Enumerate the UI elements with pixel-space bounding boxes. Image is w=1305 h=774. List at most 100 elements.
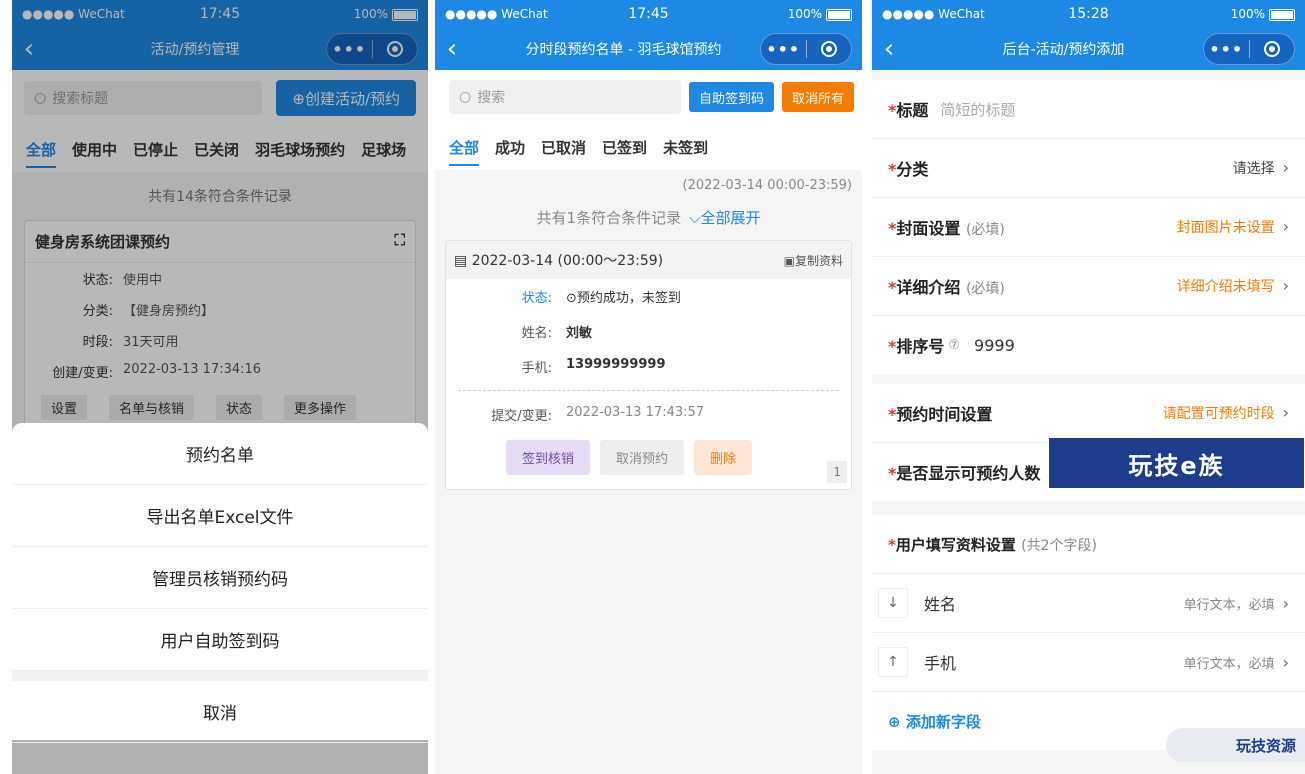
expand-all-label: 全部展开 — [700, 209, 761, 227]
card-date: 2022-03-14 (00:00～23:59) — [471, 253, 664, 269]
time-label: 预约时间设置 — [896, 405, 993, 424]
sort-label: 排序号 — [896, 337, 945, 356]
time-setting-field[interactable]: *预约时间设置 请配置可预约时段 › — [872, 384, 1305, 443]
tab-success[interactable]: 成功 — [495, 137, 525, 158]
sort-field[interactable]: *排序号 ⑦ 9999 — [872, 316, 1305, 374]
more-icon[interactable]: ••• — [1204, 40, 1249, 59]
move-up-icon[interactable]: ↑ — [878, 647, 908, 677]
battery-indicator: 100% — [788, 7, 852, 21]
status-tabs: 全部 成功 已取消 已签到 未签到 — [435, 124, 862, 170]
detail-label: 详细介绍 — [896, 278, 961, 297]
watermark-banner: 玩技e族 — [1049, 438, 1304, 488]
user-field-row[interactable]: ↑ 手机 单行文本，必填 › — [872, 633, 1305, 692]
field-label: *分类 — [888, 156, 928, 180]
record-count-row: 共有1条符合条件记录 ⌵全部展开 — [435, 201, 862, 240]
title-field[interactable]: *标题 简短的标题 — [872, 80, 1305, 139]
add-field-label-row: ⊕ 添加新字段 — [888, 711, 981, 732]
status-bar: ●●●●● WeChat 15:28 100% — [872, 0, 1305, 28]
date-range: (2022-03-14 00:00-23:59) — [682, 178, 852, 193]
submit-value: 2022-03-13 17:43:57 — [566, 405, 705, 420]
chevron-right-icon: › — [1282, 593, 1289, 613]
card-row: 姓名: 刘敏 — [446, 314, 851, 349]
tab-cancelled[interactable]: 已取消 — [541, 137, 586, 158]
carrier: ●●●●● WeChat — [445, 7, 548, 21]
miniprogram-capsule: ••• — [760, 33, 852, 65]
field-name: 姓名 — [924, 595, 957, 614]
cover-field[interactable]: *封面设置 (必填) 封面图片未设置 › — [872, 198, 1305, 257]
record-count: 共有1条符合条件记录 — [536, 209, 682, 227]
chevron-down-icon: ⌵ — [689, 209, 701, 227]
card-date-row: ▤ 2022-03-14 (00:00～23:59) — [454, 250, 663, 270]
title-input[interactable]: 简短的标题 — [940, 99, 1015, 120]
battery-indicator: 100% — [1231, 7, 1295, 21]
chevron-right-icon: › — [1282, 158, 1289, 177]
field-label: *预约时间设置 — [888, 401, 992, 425]
chevron-right-icon: › — [1282, 652, 1289, 672]
detail-value: 详细介绍未填写 — [1176, 279, 1275, 295]
phone-reservation-list: ●●●●● WeChat 17:45 100% ‹ 分时段预约名单 - 羽毛球馆… — [435, 0, 862, 774]
sheet-item-admin-verify[interactable]: 管理员核销预约码 — [12, 547, 428, 609]
tab-checked-in[interactable]: 已签到 — [602, 137, 647, 158]
tab-all[interactable]: 全部 — [449, 137, 480, 166]
search-input[interactable]: ○ 搜索 — [449, 80, 681, 114]
sheet-item-export-excel[interactable]: 导出名单Excel文件 — [12, 485, 428, 547]
sheet-item-reservation-list[interactable]: 预约名单 — [12, 423, 428, 485]
field-type-text: 单行文本，必填 — [1183, 597, 1275, 613]
field-label: *排序号 — [888, 333, 944, 357]
chevron-right-icon: › — [1282, 276, 1289, 295]
field-type[interactable]: 单行文本，必填 › — [1184, 594, 1289, 613]
required-mark: * — [888, 535, 896, 554]
detail-field[interactable]: *详细介绍 (必填) 详细介绍未填写 › — [872, 257, 1305, 316]
cancel-reservation-button[interactable]: 取消预约 — [600, 440, 685, 475]
checkin-verify-button[interactable]: 签到核销 — [506, 440, 591, 475]
move-down-icon[interactable]: ↓ — [878, 588, 908, 618]
back-icon[interactable]: ‹ — [435, 28, 469, 70]
chevron-right-icon: › — [1282, 217, 1289, 236]
help-icon[interactable]: ⑦ — [948, 338, 960, 353]
divider — [458, 390, 839, 391]
card-row: 提交/变更: 2022-03-13 17:43:57 — [446, 397, 851, 432]
sort-input[interactable]: 9999 — [974, 336, 1015, 355]
time-select[interactable]: 请配置可预约时段 › — [1163, 403, 1289, 423]
search-icon: ○ — [459, 89, 472, 105]
cover-label: 封面设置 — [896, 219, 961, 238]
field-type-text: 单行文本，必填 — [1183, 656, 1275, 672]
detail-select[interactable]: 详细介绍未填写 › — [1177, 276, 1289, 296]
submit-label: 提交/变更: — [491, 409, 552, 424]
self-checkin-code-button[interactable]: 自助签到码 — [688, 82, 774, 112]
more-icon[interactable]: ••• — [761, 40, 806, 59]
search-placeholder: 搜索 — [477, 90, 506, 106]
reservation-card: ▤ 2022-03-14 (00:00～23:59) ▣复制资料 状态: ⊙预约成… — [445, 240, 852, 490]
sheet-item-self-checkin[interactable]: 用户自助签到码 — [12, 609, 428, 671]
show-count-label: 是否显示可预约人数 — [896, 464, 1041, 483]
category-field[interactable]: *分类 请选择 › — [872, 139, 1305, 198]
title-label: 标题 — [896, 101, 929, 120]
field-label: *封面设置 (必填) — [888, 215, 1005, 239]
user-field-row[interactable]: ↓ 姓名 单行文本，必填 › — [872, 574, 1305, 633]
close-miniprogram-icon[interactable] — [1250, 41, 1295, 57]
delete-button[interactable]: 删除 — [694, 440, 753, 475]
copy-label: 复制资料 — [794, 253, 843, 268]
carrier: ●●●●● WeChat — [882, 7, 985, 21]
nav-bar: ‹ 后台-活动/预约添加 ••• — [872, 28, 1305, 70]
category-select[interactable]: 请选择 › — [1233, 158, 1289, 178]
close-miniprogram-icon[interactable] — [807, 41, 852, 57]
tab-not-checked-in[interactable]: 未签到 — [663, 137, 708, 158]
expand-all-link[interactable]: ⌵全部展开 — [689, 209, 760, 227]
cancel-all-button[interactable]: 取消所有 — [781, 82, 854, 112]
category-value: 请选择 — [1232, 161, 1275, 177]
field-label: *是否显示可预约人数 — [888, 460, 1040, 484]
copy-icon: ▣ — [783, 253, 795, 268]
plus-circle-icon: ⊕ — [888, 712, 901, 731]
category-label: 分类 — [896, 160, 929, 179]
sheet-cancel-button[interactable]: 取消 — [12, 681, 428, 743]
add-field-label: 添加新字段 — [905, 712, 981, 731]
calendar-icon: ▤ — [454, 253, 468, 269]
copy-info-button[interactable]: ▣复制资料 — [784, 252, 843, 269]
field-label: *标题 — [888, 97, 928, 121]
back-icon[interactable]: ‹ — [872, 28, 906, 70]
card-row: 手机: 13999999999 — [446, 349, 851, 384]
battery-text: 100% — [787, 7, 822, 21]
cover-select[interactable]: 封面图片未设置 › — [1177, 217, 1289, 237]
field-type[interactable]: 单行文本，必填 › — [1184, 653, 1289, 672]
